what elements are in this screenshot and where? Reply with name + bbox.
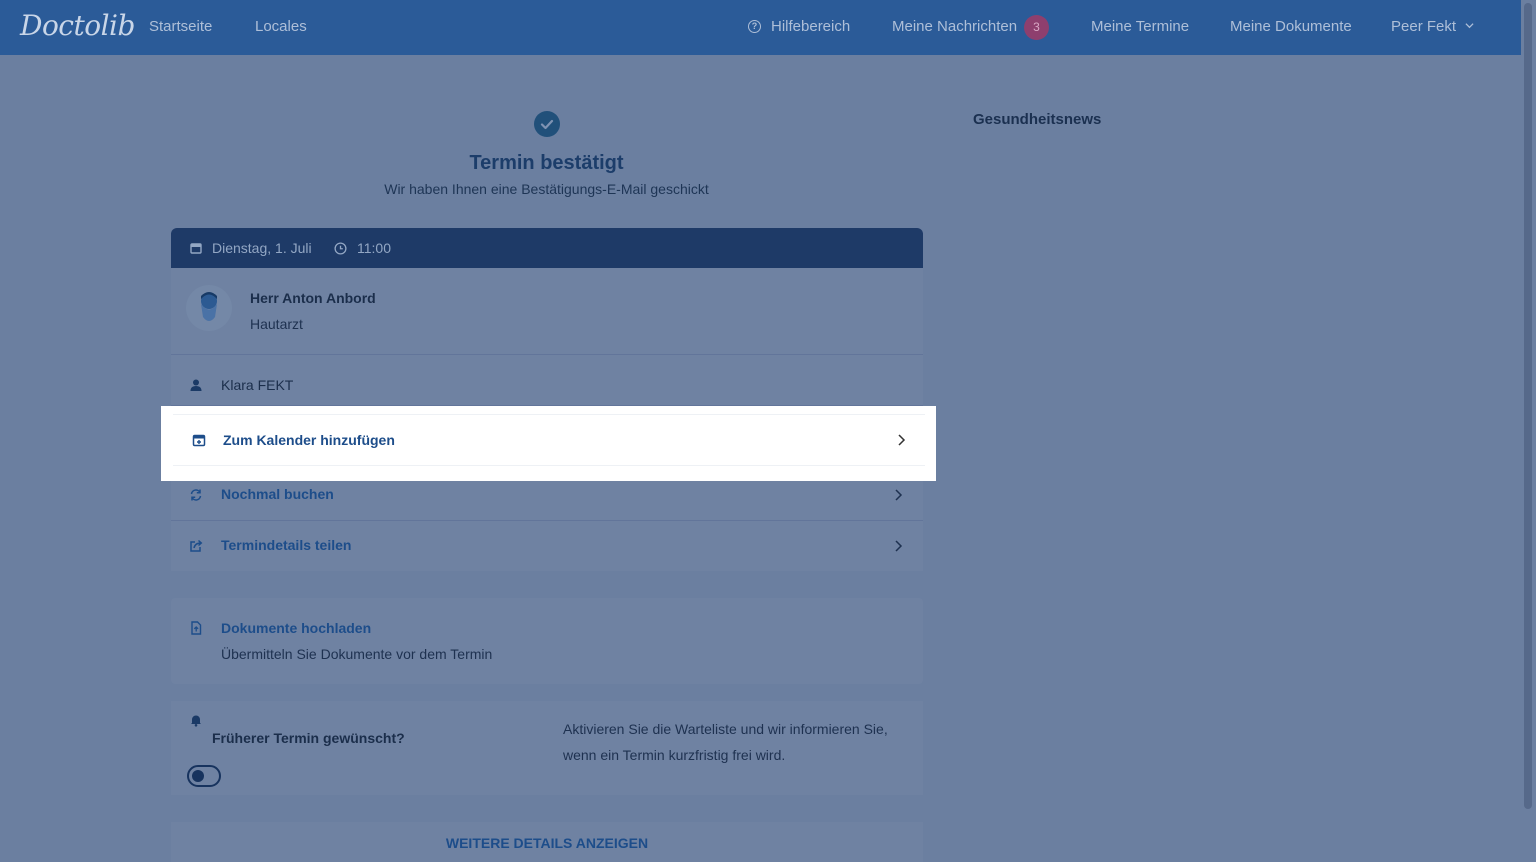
page-subtitle: Wir haben Ihnen eine Bestätigungs-E-Mail… bbox=[384, 181, 709, 197]
calendar-icon bbox=[190, 243, 202, 254]
health-news-title: Gesundheitsnews bbox=[973, 111, 1102, 128]
upload-documents-subtitle: Übermitteln Sie Dokumente vor dem Termin bbox=[221, 646, 493, 662]
rebook-link[interactable]: Nochmal buchen bbox=[221, 486, 334, 502]
upload-documents-link[interactable]: Dokumente hochladen bbox=[221, 620, 371, 636]
messages-count-badge: 3 bbox=[1024, 15, 1049, 40]
chevron-down-icon[interactable] bbox=[1465, 21, 1474, 30]
nav-home-link[interactable]: Startseite bbox=[149, 18, 212, 35]
documents-card bbox=[171, 598, 923, 684]
check-icon bbox=[534, 111, 560, 137]
share-details-link[interactable]: Termindetails teilen bbox=[221, 537, 351, 553]
nav-documents-link[interactable]: Meine Dokumente bbox=[1230, 18, 1352, 35]
document-icon bbox=[191, 621, 202, 635]
clock-icon bbox=[334, 242, 347, 255]
add-to-calendar-link[interactable]: Zum Kalender hinzufügen bbox=[223, 432, 395, 448]
top-navigation: Doctolib Startseite Locales ? Hilfeberei… bbox=[0, 0, 1521, 55]
doctolib-logo[interactable]: Doctolib bbox=[20, 9, 135, 42]
user-menu-button[interactable]: Peer Fekt bbox=[1391, 18, 1456, 35]
patient-name: Klara FEKT bbox=[221, 377, 294, 393]
appointment-date: Dienstag, 1. Juli bbox=[212, 240, 312, 256]
chevron-right-icon[interactable] bbox=[893, 489, 903, 501]
waitlist-title: Früherer Termin gewünscht? bbox=[212, 730, 405, 746]
waitlist-description: Aktivieren Sie die Warteliste und wir in… bbox=[563, 721, 888, 763]
chevron-right-icon[interactable] bbox=[896, 434, 906, 446]
help-icon[interactable]: ? bbox=[748, 20, 761, 33]
doctor-name[interactable]: Herr Anton Anbord bbox=[250, 290, 376, 306]
nav-help-link[interactable]: Hilfebereich bbox=[771, 18, 850, 35]
share-icon bbox=[190, 539, 203, 552]
nav-appointments-link[interactable]: Meine Termine bbox=[1091, 18, 1189, 35]
page-title: Termin bestätigt bbox=[469, 152, 624, 174]
doctor-avatar bbox=[186, 285, 232, 331]
waitlist-toggle[interactable] bbox=[187, 765, 221, 787]
divider bbox=[171, 520, 923, 521]
appointment-time: 11:00 bbox=[357, 240, 391, 256]
toggle-knob bbox=[192, 770, 204, 782]
calendar-add-icon bbox=[192, 434, 206, 447]
doctor-specialty: Hautarzt bbox=[250, 316, 303, 332]
bell-icon bbox=[191, 715, 201, 727]
appointment-card-header: Dienstag, 1. Juli 11:00 bbox=[171, 228, 923, 268]
scrollbar-thumb[interactable] bbox=[1524, 3, 1532, 809]
chevron-right-icon[interactable] bbox=[893, 540, 903, 552]
refresh-icon bbox=[190, 489, 202, 501]
nav-messages-link[interactable]: Meine Nachrichten bbox=[892, 18, 1017, 35]
user-icon bbox=[190, 379, 202, 391]
divider bbox=[171, 354, 923, 355]
show-more-details-button[interactable]: WEITERE DETAILS ANZEIGEN bbox=[171, 835, 923, 851]
nav-locales-link[interactable]: Locales bbox=[255, 18, 307, 35]
